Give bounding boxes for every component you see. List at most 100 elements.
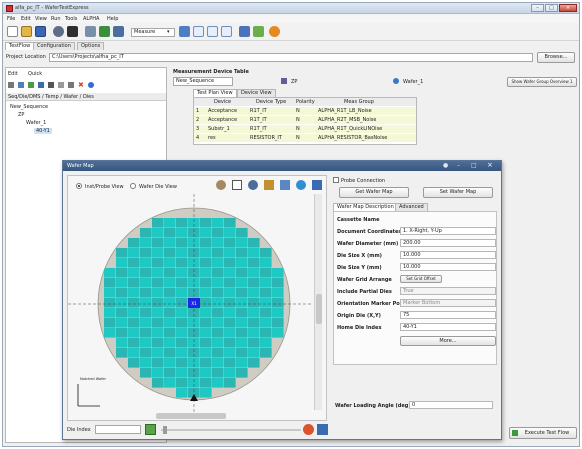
- die-cell[interactable]: [152, 278, 164, 288]
- die-cell[interactable]: [140, 228, 152, 238]
- die-cell[interactable]: [236, 348, 248, 358]
- pie-chart-icon[interactable]: [269, 26, 280, 37]
- die-cell[interactable]: [116, 338, 128, 348]
- delete-icon[interactable]: ✖: [78, 82, 84, 89]
- die-cell[interactable]: [212, 228, 224, 238]
- probe-view-radio[interactable]: [76, 183, 82, 189]
- table-row[interactable]: 3 Substr_1 R1T_IT N ALPHA_R1T_QuickLINOi…: [194, 125, 416, 133]
- die-cell[interactable]: [224, 318, 236, 328]
- die-cell[interactable]: [200, 358, 212, 368]
- maximize-button[interactable]: □: [545, 4, 558, 12]
- scroll-thumb[interactable]: [316, 294, 322, 324]
- die-cell[interactable]: [224, 348, 236, 358]
- die-cell[interactable]: [248, 238, 260, 248]
- record-icon[interactable]: [53, 26, 64, 37]
- die-cell[interactable]: [128, 248, 140, 258]
- die-cell[interactable]: [104, 308, 116, 318]
- die-cell[interactable]: [116, 328, 128, 338]
- die-cell[interactable]: [248, 308, 260, 318]
- die-view-radio[interactable]: [130, 183, 136, 189]
- tab-configuration[interactable]: Configuration: [33, 42, 75, 50]
- die-cell[interactable]: [152, 258, 164, 268]
- die-cell[interactable]: [272, 278, 284, 288]
- die-cell[interactable]: [176, 378, 188, 388]
- die-cell[interactable]: [152, 358, 164, 368]
- die-cell[interactable]: [248, 328, 260, 338]
- die-cell[interactable]: [212, 348, 224, 358]
- die-cell[interactable]: [260, 298, 272, 308]
- die-cell[interactable]: [200, 278, 212, 288]
- die-cell[interactable]: [236, 278, 248, 288]
- menu-alpha[interactable]: ALPHA: [83, 16, 99, 22]
- die-cell[interactable]: [224, 278, 236, 288]
- die-cell[interactable]: [248, 348, 260, 358]
- die-cell[interactable]: [164, 318, 176, 328]
- die-cell[interactable]: [152, 318, 164, 328]
- die-cell[interactable]: [140, 238, 152, 248]
- die-cell[interactable]: [104, 328, 116, 338]
- tree-item-die[interactable]: 40-Y1: [34, 128, 52, 134]
- die-cell[interactable]: [128, 278, 140, 288]
- die-cell[interactable]: [152, 328, 164, 338]
- die-cell[interactable]: [224, 368, 236, 378]
- die-cell[interactable]: [152, 228, 164, 238]
- chart-icon[interactable]: [99, 26, 110, 37]
- layout-icon[interactable]: [85, 26, 96, 37]
- set-wafer-map-button[interactable]: Set Wafer Map: [423, 187, 493, 198]
- die-cell[interactable]: [200, 348, 212, 358]
- help-icon[interactable]: [88, 82, 94, 88]
- die-cell[interactable]: [104, 298, 116, 308]
- chuck-icon[interactable]: [264, 180, 274, 190]
- die-cell[interactable]: [116, 258, 128, 268]
- die-cell[interactable]: [224, 248, 236, 258]
- die-cell[interactable]: [128, 328, 140, 338]
- die-cell[interactable]: [260, 338, 272, 348]
- die-cell[interactable]: [260, 248, 272, 258]
- save-icon[interactable]: [35, 26, 46, 37]
- die-cell[interactable]: [200, 338, 212, 348]
- die-cell[interactable]: [248, 278, 260, 288]
- die-cell[interactable]: [164, 278, 176, 288]
- maximize-icon[interactable]: □: [471, 162, 477, 169]
- die-cell[interactable]: [224, 358, 236, 368]
- die-cell[interactable]: [224, 308, 236, 318]
- step-forward-icon[interactable]: [221, 26, 232, 37]
- die-cell[interactable]: [176, 338, 188, 348]
- die-cell[interactable]: [152, 298, 164, 308]
- tree-item-zp[interactable]: ZP: [18, 112, 24, 118]
- set-grid-offset-button[interactable]: Set Grid Offset: [400, 275, 442, 283]
- die-cell[interactable]: [200, 248, 212, 258]
- die-cell[interactable]: [152, 248, 164, 258]
- tab-testflow[interactable]: TestFlow: [5, 42, 35, 50]
- die-cell[interactable]: [212, 378, 224, 388]
- die-cell[interactable]: [236, 248, 248, 258]
- minimize-button[interactable]: –: [531, 4, 544, 12]
- open-folder-icon[interactable]: [21, 26, 32, 37]
- die-cell[interactable]: [272, 328, 284, 338]
- die-cell[interactable]: [104, 268, 116, 278]
- die-cell[interactable]: [104, 318, 116, 328]
- die-cell[interactable]: [260, 288, 272, 298]
- die-cell[interactable]: [164, 298, 176, 308]
- die-cell[interactable]: [140, 328, 152, 338]
- zoom-slider-thumb[interactable]: [163, 426, 167, 434]
- menu-run[interactable]: Run: [51, 16, 61, 22]
- die-cell[interactable]: [236, 288, 248, 298]
- die-cell[interactable]: [128, 348, 140, 358]
- die-cell[interactable]: [140, 348, 152, 358]
- die-cell[interactable]: [164, 258, 176, 268]
- wafer-diameter-field[interactable]: 200.00: [400, 239, 496, 247]
- die-cell[interactable]: [128, 298, 140, 308]
- die-cell[interactable]: [116, 288, 128, 298]
- die-cell[interactable]: [200, 298, 212, 308]
- die-cell[interactable]: [164, 368, 176, 378]
- die-cell[interactable]: [224, 218, 236, 228]
- die-cell[interactable]: [152, 308, 164, 318]
- die-cell[interactable]: [140, 268, 152, 278]
- grid-view-icon[interactable]: [317, 424, 328, 435]
- die-cell[interactable]: [260, 308, 272, 318]
- home-die-index-field[interactable]: 40-Y1: [400, 323, 496, 331]
- die-cell[interactable]: [176, 248, 188, 258]
- die-size-y-field[interactable]: 10.000: [400, 263, 496, 271]
- die-cell[interactable]: [272, 308, 284, 318]
